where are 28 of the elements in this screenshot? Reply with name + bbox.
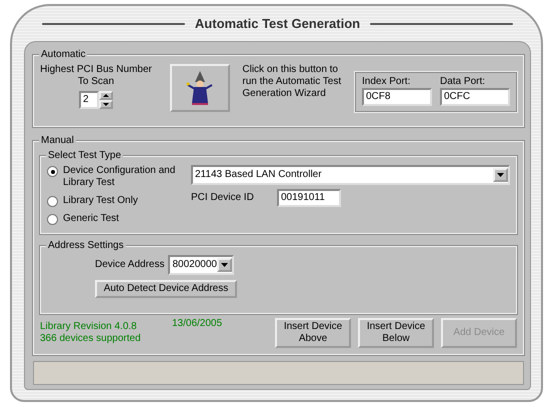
auto-detect-button[interactable]: Auto Detect Device Address [95, 280, 237, 298]
device-address-label: Device Address [95, 259, 164, 271]
port-field[interactable]: 0CFC [440, 88, 510, 106]
radio-button[interactable] [47, 166, 58, 177]
devices-supported-text: 366 devices supported [40, 333, 142, 345]
device-button[interactable]: Insert Device Below [358, 318, 434, 348]
radio-label[interactable]: Generic Test [63, 213, 119, 225]
library-revision-text: Library Revision 4.0.8 [40, 321, 138, 333]
wizard-button[interactable] [170, 64, 230, 112]
port-label: Index Port: [362, 76, 412, 88]
radio-label[interactable]: Device Configuration and Library Test [63, 165, 183, 189]
device-dropdown[interactable]: 21143 Based LAN Controller [191, 165, 510, 185]
wizard-hint: Click on this button to run the Automatic Test Generation Wizard [242, 64, 342, 100]
pci-id-label: PCI Device ID [191, 192, 255, 204]
device-address-dropdown[interactable]: 80020000 [168, 255, 234, 275]
group-label: Address Settings [46, 240, 126, 252]
window-title: Automatic Test Generation [194, 16, 360, 32]
radio-button[interactable] [47, 196, 58, 207]
radio-button[interactable] [47, 214, 58, 225]
port-field[interactable]: 0CF8 [362, 88, 432, 106]
library-date-text: 13/06/2005 [172, 318, 222, 330]
pci-id-field[interactable]: 00191011 [277, 189, 341, 207]
device-button[interactable]: Insert Device Above [275, 318, 351, 348]
port-label: Data Port: [440, 76, 486, 88]
wizard-icon [186, 71, 214, 105]
radio-label[interactable]: Library Test Only [63, 195, 138, 207]
bus-number-label: Highest PCI Bus Number To Scan [40, 64, 152, 88]
group-label: Select Test Type [46, 150, 124, 162]
